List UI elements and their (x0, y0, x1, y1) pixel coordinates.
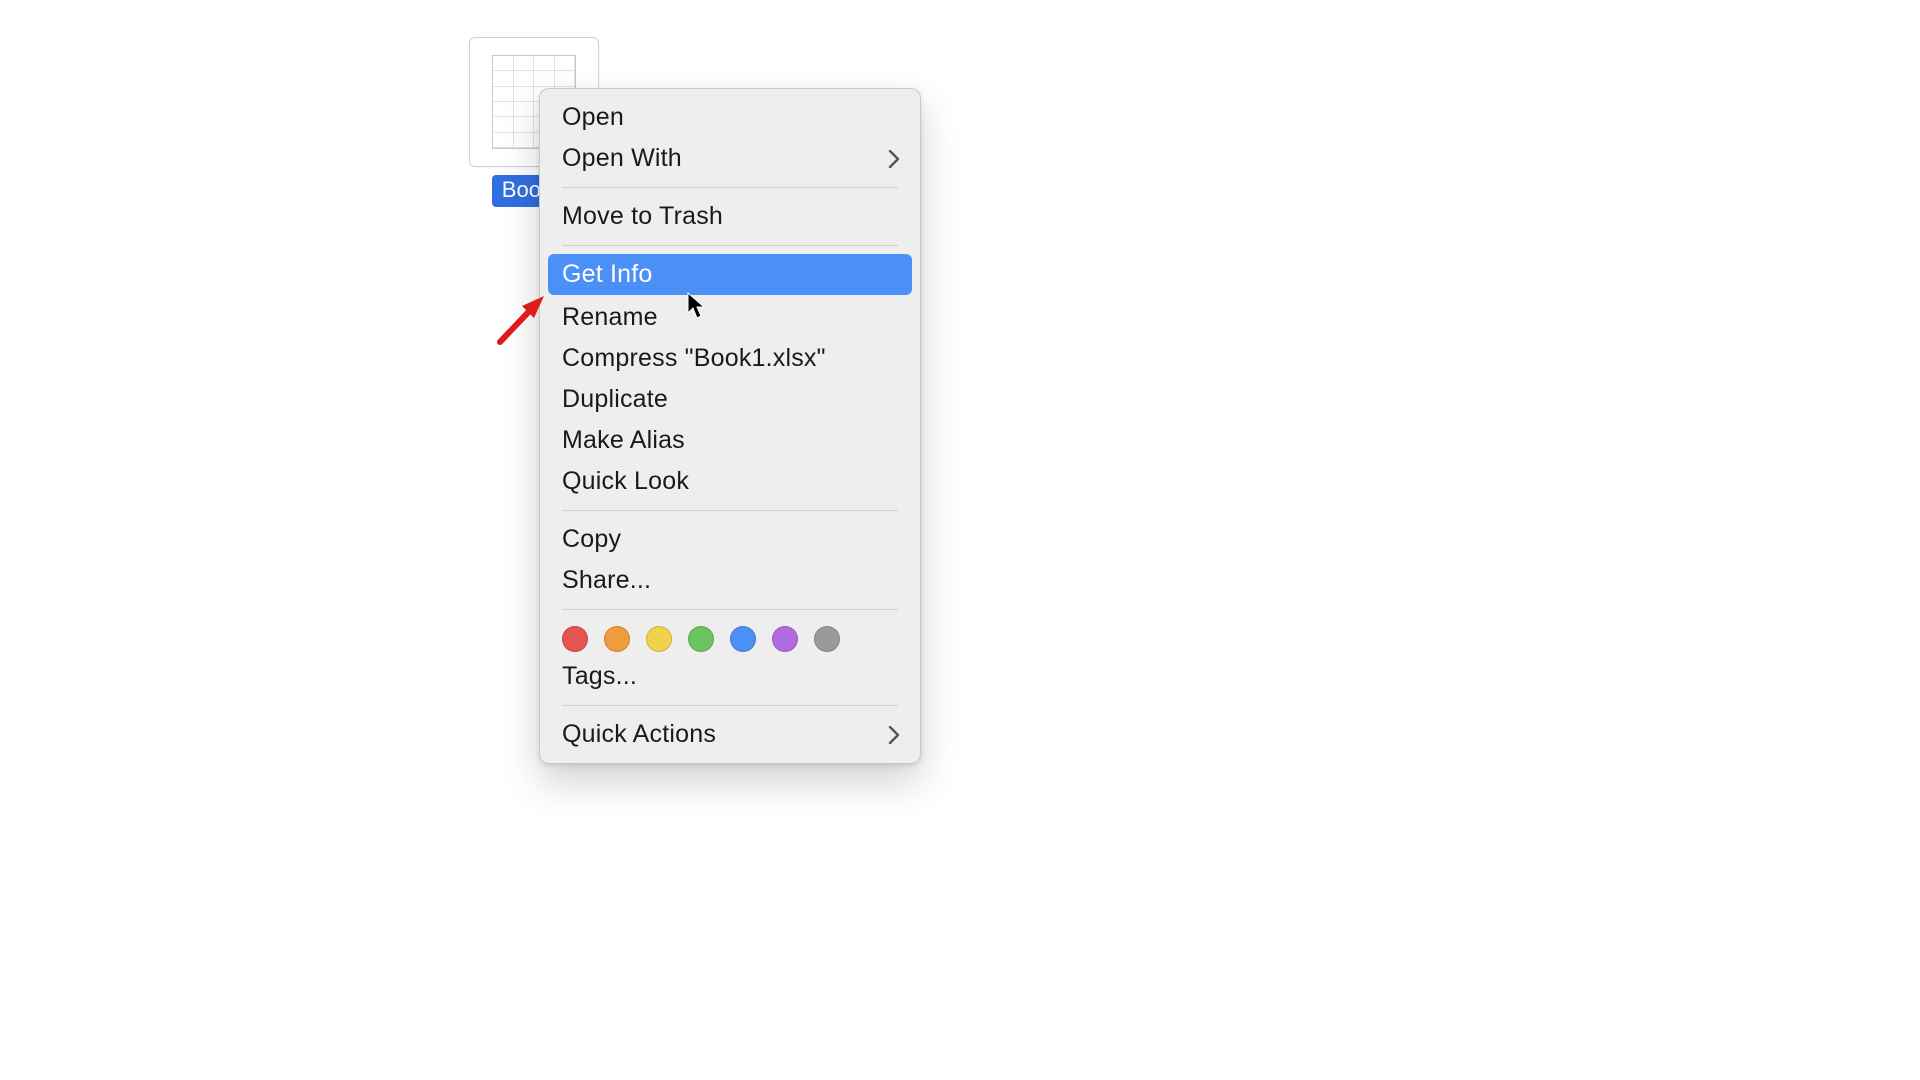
menu-item-label: Open With (562, 144, 682, 172)
chevron-right-icon (888, 150, 900, 168)
menu-item-duplicate[interactable]: Duplicate (540, 379, 920, 420)
menu-item-label: Duplicate (562, 385, 668, 413)
tag-dot-orange[interactable] (604, 626, 630, 652)
menu-separator (562, 510, 898, 511)
menu-item-quick-actions[interactable]: Quick Actions (540, 714, 920, 755)
menu-item-compress[interactable]: Compress "Book1.xlsx" (540, 338, 920, 379)
menu-item-open-with[interactable]: Open With (540, 138, 920, 179)
menu-separator (562, 245, 898, 246)
menu-item-label: Compress "Book1.xlsx" (562, 344, 826, 372)
menu-item-label: Tags... (562, 662, 637, 690)
menu-separator (562, 705, 898, 706)
menu-item-label: Make Alias (562, 426, 685, 454)
menu-item-label: Copy (562, 525, 621, 553)
menu-item-label: Move to Trash (562, 202, 723, 230)
menu-item-get-info[interactable]: Get Info (548, 254, 912, 295)
menu-item-label: Quick Actions (562, 720, 716, 748)
context-menu: Open Open With Move to Trash Get Info Re… (539, 88, 921, 764)
menu-item-label: Quick Look (562, 467, 689, 495)
menu-item-label: Share... (562, 566, 651, 594)
chevron-right-icon (888, 726, 900, 744)
tag-color-row (540, 618, 920, 656)
tag-dot-blue[interactable] (730, 626, 756, 652)
menu-separator (562, 609, 898, 610)
tag-dot-red[interactable] (562, 626, 588, 652)
menu-item-rename[interactable]: Rename (540, 297, 920, 338)
menu-item-share[interactable]: Share... (540, 560, 920, 601)
menu-item-label: Get Info (562, 260, 653, 288)
menu-item-quick-look[interactable]: Quick Look (540, 461, 920, 502)
tag-dot-green[interactable] (688, 626, 714, 652)
menu-item-make-alias[interactable]: Make Alias (540, 420, 920, 461)
tag-dot-gray[interactable] (814, 626, 840, 652)
menu-item-move-to-trash[interactable]: Move to Trash (540, 196, 920, 237)
tag-dot-purple[interactable] (772, 626, 798, 652)
tag-dot-yellow[interactable] (646, 626, 672, 652)
menu-item-open[interactable]: Open (540, 97, 920, 138)
menu-item-tags[interactable]: Tags... (540, 656, 920, 697)
menu-separator (562, 187, 898, 188)
menu-item-label: Open (562, 103, 624, 131)
menu-item-copy[interactable]: Copy (540, 519, 920, 560)
menu-item-label: Rename (562, 303, 658, 331)
